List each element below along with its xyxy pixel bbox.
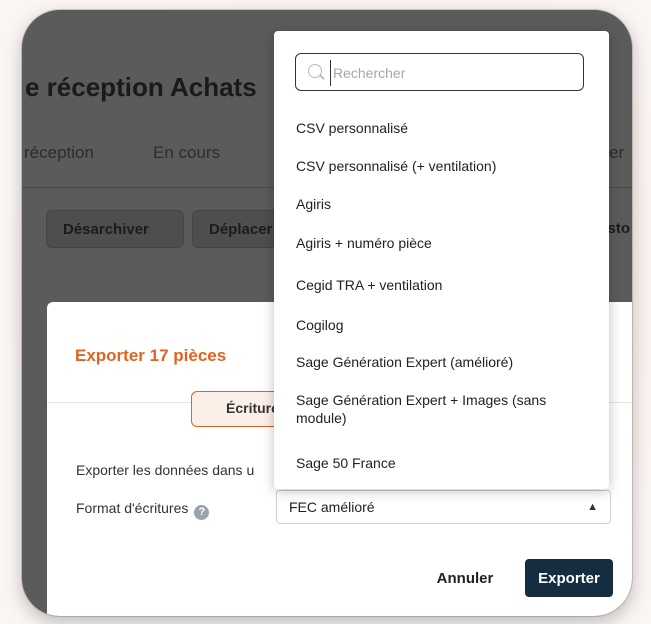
format-dropdown: CSV personnalisé CSV personnalisé (+ ven… — [274, 31, 609, 489]
format-select-value: FEC amélioré — [289, 499, 375, 515]
dropdown-option[interactable]: Cegid TRA + ventilation — [296, 276, 596, 294]
app-window: e réception Achats réception En cours er… — [22, 10, 632, 616]
search-input[interactable] — [330, 60, 575, 86]
export-button[interactable]: Exporter — [525, 559, 613, 597]
export-description: Exporter les données dans u — [76, 462, 255, 478]
dropdown-option[interactable]: Agiris — [296, 195, 596, 213]
tab-en-cours[interactable]: En cours — [153, 143, 220, 163]
unarchive-button[interactable]: Désarchiver — [46, 210, 184, 248]
dropdown-option[interactable]: CSV personnalisé — [296, 119, 596, 137]
dropdown-option[interactable]: Sage 50 France — [296, 454, 596, 472]
dropdown-search — [295, 53, 584, 91]
dropdown-option[interactable]: Cogilog — [296, 316, 596, 334]
cancel-button[interactable]: Annuler — [423, 560, 507, 596]
chevron-up-icon: ▲ — [587, 501, 598, 513]
dropdown-option[interactable]: Sage Génération Expert (amélioré) — [296, 353, 596, 371]
help-icon[interactable]: ? — [194, 505, 210, 520]
format-label-text: Format d'écritures — [76, 500, 189, 516]
search-icon — [308, 64, 322, 78]
dropdown-option[interactable]: Sage Génération Expert + Images (sans mo… — [296, 391, 596, 427]
modal-title: Exporter 17 pièces — [75, 346, 227, 365]
format-label: Format d'écritures? — [76, 500, 210, 520]
tab-partial[interactable]: er — [609, 143, 624, 163]
format-select[interactable]: FEC amélioré ▲ — [276, 490, 611, 524]
dropdown-option[interactable]: CSV personnalisé (+ ventilation) — [296, 157, 596, 175]
page-title: e réception Achats — [25, 72, 257, 102]
tab-reception[interactable]: réception — [24, 143, 94, 163]
dropdown-option[interactable]: Agiris + numéro pièce — [296, 234, 596, 252]
